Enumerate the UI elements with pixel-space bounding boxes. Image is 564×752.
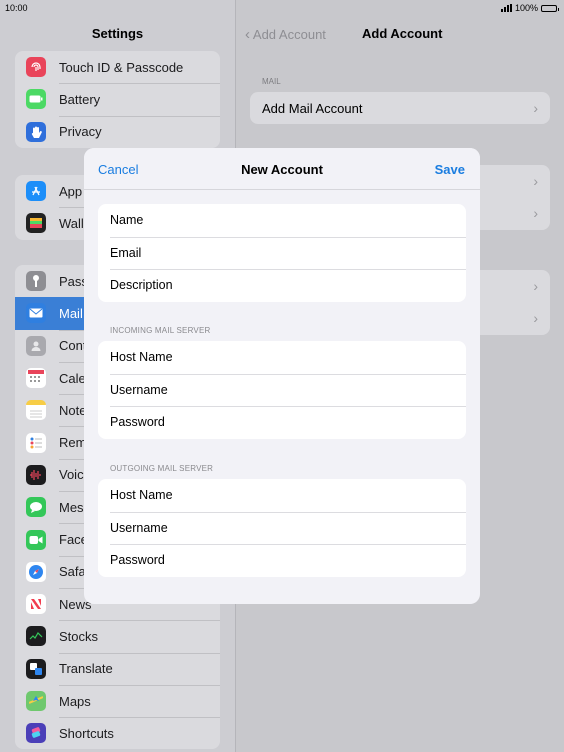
sidebar-item-label: Cale [59, 370, 86, 386]
facetime-icon [26, 529, 46, 550]
mail-icon [26, 303, 46, 324]
notes-icon [26, 400, 46, 421]
sidebar-item-label: Rem [59, 435, 87, 451]
messages-icon [26, 497, 46, 518]
signal-icon [500, 4, 512, 12]
shortcuts-icon [26, 723, 46, 744]
sheet-header: Cancel New Account Save [84, 148, 480, 190]
stocks-icon [26, 626, 46, 647]
field-label: Host Name [110, 350, 173, 365]
sidebar-item-battery[interactable]: Battery [15, 83, 220, 115]
outgoing-password-field[interactable]: Password [98, 543, 466, 577]
chevron-right-icon: › [533, 205, 538, 221]
sidebar-item-label: Note [59, 402, 87, 418]
incoming-password-input[interactable] [206, 405, 466, 439]
sidebar-item-label: Privacy [59, 124, 102, 140]
section-header-mail: MAIL [262, 77, 281, 86]
sidebar-title: Settings [91, 26, 144, 41]
battery-icon [541, 4, 559, 12]
incoming-username-field[interactable]: Username [98, 372, 466, 407]
calendar-icon [26, 368, 46, 389]
outgoing-password-input[interactable] [206, 543, 466, 577]
chevron-right-icon: › [533, 310, 538, 326]
sidebar-item-label: Maps [59, 693, 91, 709]
sheet-title: New Account [241, 162, 323, 177]
incoming-mail-server-header: INCOMING MAIL SERVER [110, 326, 211, 335]
email-field[interactable]: Email [98, 235, 466, 270]
back-button[interactable]: ‹ Add Account [245, 26, 326, 43]
outgoing-server-group: Host Name Username Password [98, 479, 466, 577]
field-label: Password [110, 553, 165, 568]
save-button[interactable]: Save [435, 162, 465, 177]
field-label: Host Name [110, 488, 173, 503]
status-time: 10:00 [5, 3, 28, 13]
sidebar-item-label: Cont [59, 338, 87, 354]
sidebar-item-label: Touch ID & Passcode [59, 59, 184, 75]
maps-icon [26, 691, 46, 711]
sidebar-item-label: Safa [59, 564, 86, 580]
sidebar-item-translate[interactable]: Translate [15, 652, 220, 685]
sidebar-item-privacy[interactable]: Privacy [15, 115, 220, 148]
wallet-icon [26, 213, 46, 234]
sidebar-item-maps[interactable]: Maps [15, 684, 220, 717]
status-right: 100% [500, 3, 559, 13]
field-label: Username [110, 520, 168, 535]
chevron-left-icon: ‹ [245, 26, 250, 43]
reminders-icon [26, 432, 46, 453]
outgoing-username-field[interactable]: Username [98, 510, 466, 545]
incoming-server-group: Host Name Username Password [98, 341, 466, 439]
sidebar-item-label: Translate [59, 661, 113, 677]
back-label: Add Account [252, 27, 326, 42]
description-input[interactable] [206, 268, 466, 302]
news-icon [26, 594, 46, 615]
field-label: Description [110, 278, 173, 293]
app-store-icon [26, 181, 46, 202]
new-account-sheet: Cancel New Account Save Name Email Descr… [84, 148, 480, 604]
incoming-username-input[interactable] [206, 372, 466, 407]
field-label: Email [110, 245, 142, 260]
key-icon [26, 271, 46, 292]
outgoing-mail-server-header: OUTGOING MAIL SERVER [110, 464, 214, 473]
chevron-right-icon: › [533, 173, 538, 189]
name-field[interactable]: Name [98, 204, 466, 238]
field-label: Name [110, 213, 144, 228]
chevron-right-icon: › [533, 100, 538, 116]
chevron-right-icon: › [533, 278, 538, 294]
field-label: Password [110, 415, 165, 430]
incoming-host-name-field[interactable]: Host Name [98, 341, 466, 375]
outgoing-username-input[interactable] [206, 510, 466, 545]
sidebar-item-label: Stocks [59, 628, 99, 644]
incoming-host-name-input[interactable] [206, 341, 466, 375]
add-mail-account-group: Add Mail Account › [250, 92, 550, 124]
field-label: Username [110, 382, 168, 397]
add-mail-account-row[interactable]: Add Mail Account › [250, 92, 550, 124]
sidebar-item-stocks[interactable]: Stocks [15, 620, 220, 652]
translate-icon [26, 658, 46, 679]
outgoing-host-name-input[interactable] [206, 479, 466, 513]
battery-icon [26, 89, 46, 110]
sidebar-item-label: Voic [59, 467, 84, 483]
fingerprint-icon [26, 57, 46, 78]
sidebar-group-1: Touch ID & Passcode Battery Privacy [15, 51, 220, 148]
sidebar-item-label: Mail [59, 305, 83, 321]
battery-percent: 100% [514, 3, 538, 13]
sidebar-item-shortcuts[interactable]: Shortcuts [15, 717, 220, 749]
email-input[interactable] [206, 235, 466, 270]
account-info-group: Name Email Description [98, 204, 466, 302]
status-bar: 10:00 100% [0, 0, 564, 16]
sidebar-item-label: Battery [59, 91, 101, 107]
contacts-icon [26, 335, 46, 356]
add-mail-account-label: Add Mail Account [262, 100, 363, 116]
safari-icon [26, 561, 46, 582]
outgoing-host-name-field[interactable]: Host Name [98, 479, 466, 513]
incoming-password-field[interactable]: Password [98, 405, 466, 439]
voice-memos-icon [26, 464, 46, 485]
page-title: Add Account [362, 26, 443, 41]
sidebar-item-label: App [59, 183, 83, 199]
description-field[interactable]: Description [98, 268, 466, 302]
hand-icon [26, 121, 46, 142]
sidebar-item-touch-id[interactable]: Touch ID & Passcode [15, 51, 220, 83]
sidebar-item-label: Shortcuts [59, 725, 114, 741]
name-input[interactable] [206, 204, 466, 238]
